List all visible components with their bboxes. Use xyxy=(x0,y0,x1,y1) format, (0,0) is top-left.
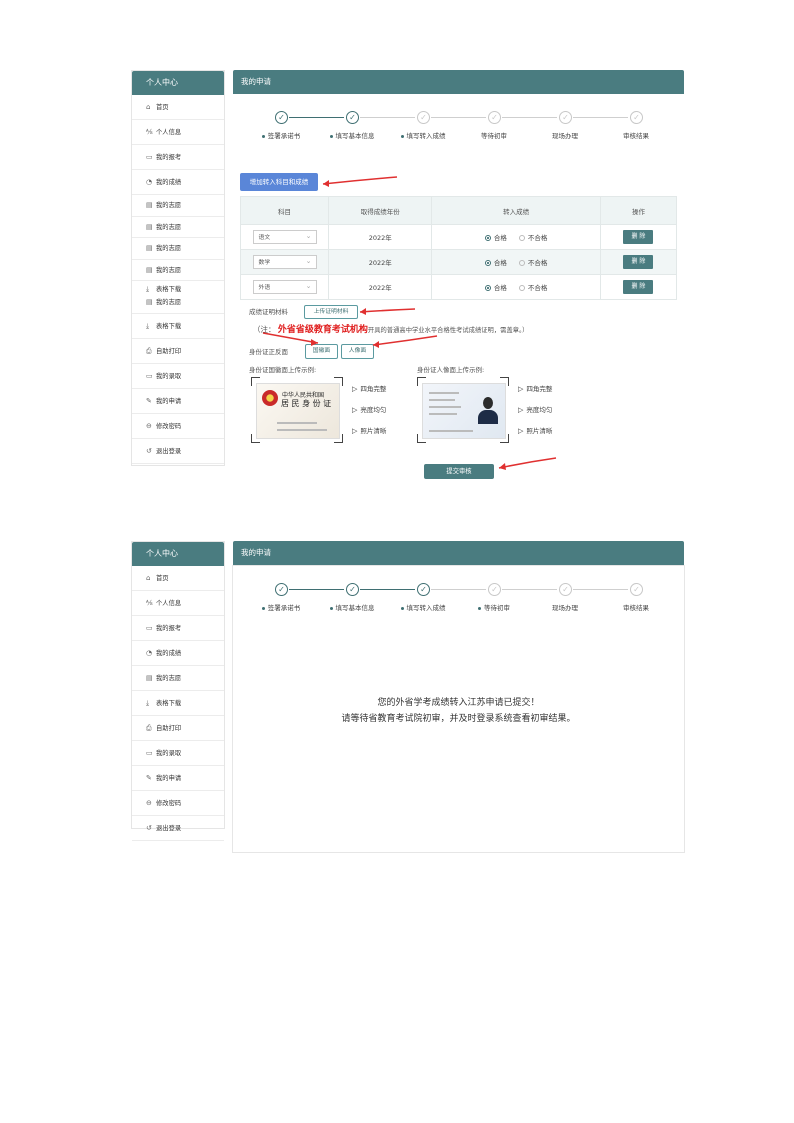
printer-icon: ⎙ xyxy=(146,724,152,732)
step-check-icon: ✓ xyxy=(559,583,572,596)
step-connector xyxy=(502,589,557,590)
sidebar-item-label: 退出登录 xyxy=(156,825,182,832)
step-dot xyxy=(329,606,333,610)
sidebar-item[interactable]: ⤓ 表格下载 xyxy=(132,691,224,716)
step-dot xyxy=(261,606,265,610)
step-label: 填写转入成绩 xyxy=(393,602,453,612)
sidebar-item[interactable]: ⎙ 自助打印 xyxy=(132,716,224,741)
sidebar-item-label: 表格下载 xyxy=(156,700,182,707)
sidebar-item-label: 自助打印 xyxy=(156,725,182,732)
lock-icon: ⊖ xyxy=(146,799,152,807)
message-line2: 请等待省教育考试院初审，并及时登录系统查看初审结果。 xyxy=(341,714,576,724)
doc-icon: ▤ xyxy=(146,674,153,682)
arrow-upload xyxy=(359,308,416,315)
sidebar-item[interactable]: ⌂ 首页 xyxy=(132,566,224,591)
annotation-arrows xyxy=(262,176,557,470)
step-check-icon: ✓ xyxy=(417,583,430,596)
page-title-bar: 我的申请 xyxy=(233,541,684,565)
step-label: 签署承诺书 xyxy=(251,602,311,612)
step-check-icon: ✓ xyxy=(275,583,288,596)
step-label: 填写基本信息 xyxy=(322,602,382,612)
sidebar-item[interactable]: ▭ 我的录取 xyxy=(132,741,224,766)
sidebar-item-label: 个人信息 xyxy=(156,600,182,607)
step-connector xyxy=(360,589,415,591)
submitted-message: 您的外省学考成绩转入江苏申请已提交！ 请等待省教育考试院初审，并及时登录系统查看… xyxy=(233,695,684,727)
page-title: 我的申请 xyxy=(241,548,271,557)
step-check-icon: ✓ xyxy=(488,583,501,596)
sidebar-item-label: 我的志愿 xyxy=(156,675,182,682)
arrow-id xyxy=(372,335,438,348)
sidebar-title: 个人中心 xyxy=(132,542,224,566)
step-connector xyxy=(289,589,344,591)
step-label: 现场办理 xyxy=(552,604,578,612)
edit-icon: ✎ xyxy=(146,774,152,782)
sidebar-item-label: 我的录取 xyxy=(156,750,182,757)
arrow-add xyxy=(322,176,398,187)
message-line1: 您的外省学考成绩转入江苏申请已提交！ xyxy=(377,698,540,708)
step-dot xyxy=(400,606,404,610)
step-connector xyxy=(431,589,486,590)
sidebar-item[interactable]: ↺ 退出登录 xyxy=(132,816,224,841)
sidebar-item-label: 首页 xyxy=(156,575,169,582)
sidebar-item[interactable]: ◔ 我的成绩 xyxy=(132,641,224,666)
arrow-submit xyxy=(498,457,557,470)
sidebar-item[interactable]: ▭ 我的报考 xyxy=(132,616,224,641)
step-label: 等待初审 xyxy=(464,602,524,612)
sidebar-item-label: 我的报考 xyxy=(156,625,182,632)
step-connector xyxy=(573,589,628,590)
sidebar-item[interactable]: ✎ 我的申请 xyxy=(132,766,224,791)
sidebar-item[interactable]: ⊖ 修改密码 xyxy=(132,791,224,816)
sidebar-item-label: 我的成绩 xyxy=(156,650,182,657)
home-icon: ⌂ xyxy=(146,574,151,582)
arrow-note xyxy=(262,332,319,346)
step-check-icon: ✓ xyxy=(630,583,643,596)
sidebar-item[interactable]: ▤ 我的志愿 xyxy=(132,666,224,691)
sidebar-item[interactable]: ⅍ 个人信息 xyxy=(132,591,224,616)
download-icon: ⤓ xyxy=(146,699,150,707)
logout-icon: ↺ xyxy=(146,824,152,832)
step-label: 审核结果 xyxy=(623,604,649,612)
user-icon: ⅍ xyxy=(146,599,153,607)
calendar-icon: ▭ xyxy=(146,749,153,757)
stepper-bottom: ✓ 签署承诺书 ✓ 填写基本信息 ✓ 填写转入成绩 ✓ 等待初审 ✓ 现场办理 ✓ 审核结果 xyxy=(233,582,684,622)
chart-icon: ◔ xyxy=(146,649,153,657)
sidebar-item-label: 修改密码 xyxy=(156,800,182,807)
sidebar-item-label: 我的申请 xyxy=(156,775,182,782)
card-icon: ▭ xyxy=(146,624,153,632)
sidebar-bottom: 个人中心 ⌂ 首页 ⅍ 个人信息 ▭ 我的报考 ◔ 我的成绩 ▤ 我的志愿 ⤓ 表格下载 ⎙ 自助打印 ▭ 我… xyxy=(131,541,225,841)
step-dot xyxy=(478,606,481,610)
step-check-icon: ✓ xyxy=(346,583,359,596)
